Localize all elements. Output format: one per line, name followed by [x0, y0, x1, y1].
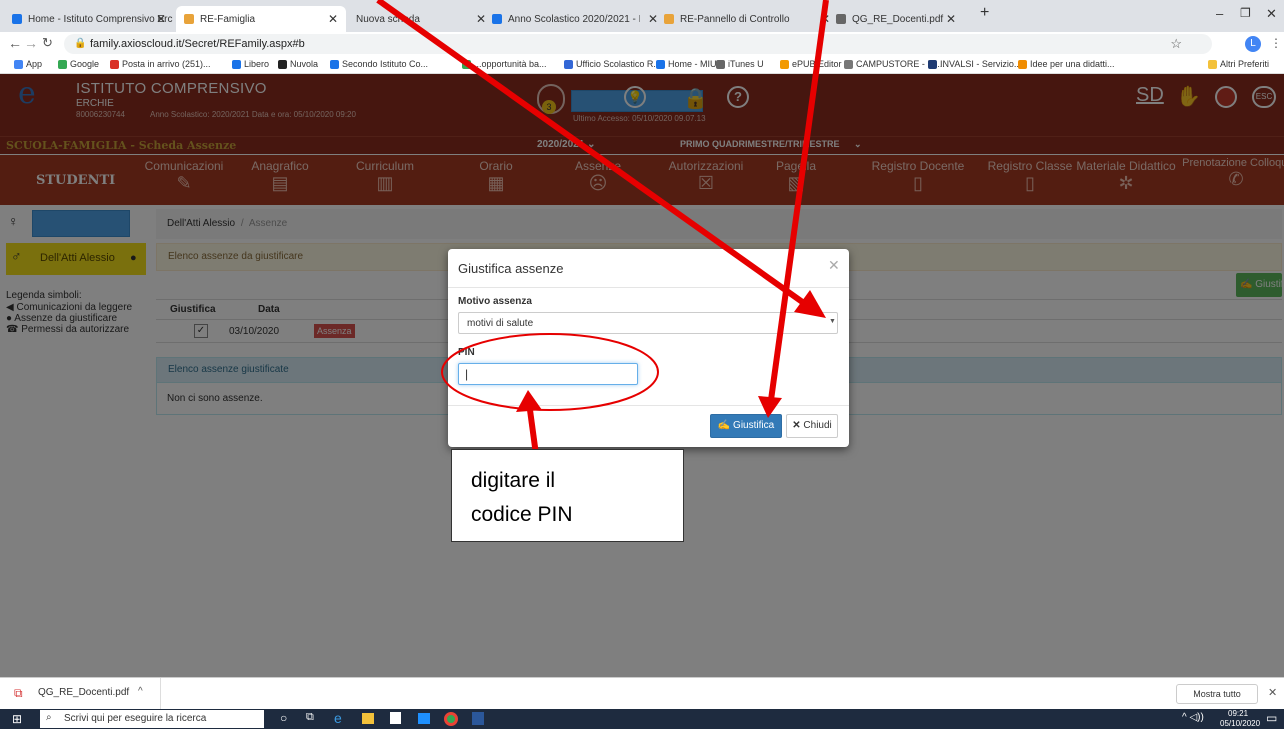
callout-line: digitare il [471, 469, 556, 492]
clock-time[interactable]: 09:21 [1228, 709, 1248, 718]
download-file-name[interactable]: QG_RE_Docenti.pdf [38, 687, 129, 698]
task-view-icon[interactable]: ⧉ [306, 711, 314, 724]
close-downloads-icon[interactable]: ✕ [1268, 686, 1277, 699]
arrow-head-icon [516, 390, 542, 412]
clock-date[interactable]: 05/10/2020 [1220, 719, 1260, 728]
pin-instruction-callout: digitare il codice PIN [451, 449, 684, 542]
callout-line: codice PIN [471, 503, 573, 526]
pdf-file-icon: ⧉ [14, 686, 23, 700]
tray-icons[interactable]: ^ ◁)) [1182, 712, 1204, 723]
notification-icon[interactable]: ▭ [1266, 711, 1277, 725]
mail-icon[interactable] [418, 713, 430, 724]
taskbar-search-placeholder: Scrivi qui per eseguire la ricerca [64, 713, 207, 724]
taskbar-search[interactable]: ⌕ Scrivi qui per eseguire la ricerca [40, 710, 264, 728]
word-icon[interactable] [472, 712, 484, 725]
arrow-head-icon [758, 396, 782, 418]
windows-taskbar: ⊞ ⌕ Scrivi qui per eseguire la ricerca ○… [0, 709, 1284, 729]
divider [160, 678, 161, 710]
store-icon[interactable] [390, 712, 401, 724]
edge-icon[interactable]: e [334, 710, 342, 726]
arrow-head-icon [794, 290, 826, 318]
windows-start-icon[interactable]: ⊞ [12, 712, 22, 726]
file-explorer-icon[interactable] [362, 713, 374, 724]
downloads-bar: ⧉ QG_RE_Docenti.pdf ^ Mostra tutto ✕ [0, 677, 1284, 710]
cortana-icon[interactable]: ○ [280, 711, 287, 725]
chevron-up-icon[interactable]: ^ [138, 686, 143, 697]
arrow-to-select [376, 0, 810, 309]
pin-highlight-ellipse [441, 333, 659, 411]
search-icon: ⌕ [46, 712, 52, 723]
arrow-to-submit [768, 0, 829, 401]
show-all-button[interactable]: Mostra tutto [1176, 684, 1258, 704]
chrome-icon[interactable] [444, 712, 458, 726]
annotation-layer [376, 0, 829, 463]
